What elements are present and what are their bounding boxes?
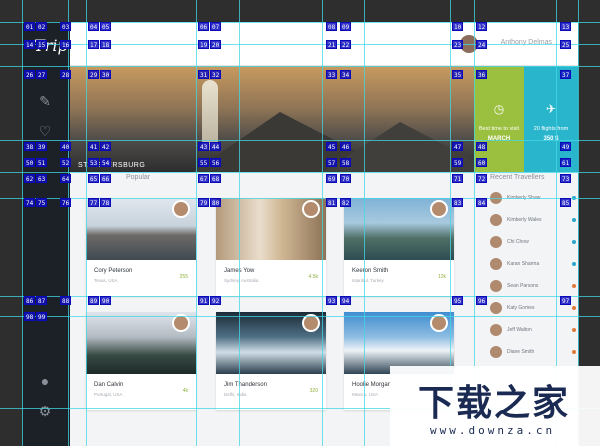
card-name: Keeron Smith	[352, 268, 389, 274]
avatar	[430, 314, 448, 332]
avatar[interactable]	[460, 35, 478, 53]
traveller-row[interactable]: Karan Sharma	[490, 256, 578, 274]
bell-icon[interactable]: ●	[36, 372, 54, 390]
status-dot	[572, 328, 576, 332]
destination-card[interactable]: Jim Thanderson Delhi, India 320	[216, 312, 326, 410]
best-time-value: MARCH	[487, 136, 511, 142]
user-name[interactable]: Anthony Delmas	[501, 39, 552, 46]
watermark-url: www.downza.cn	[430, 424, 556, 437]
watermark-logo: 下载之家	[418, 383, 571, 424]
avatar	[490, 258, 502, 270]
avatar	[490, 302, 502, 314]
traveller-row[interactable]: Sean Parsons	[490, 278, 578, 296]
best-time-label: Best time to visit	[478, 126, 520, 132]
hero-image: ST. PETERSBURG	[70, 66, 474, 172]
watermark: 下载之家 www.downza.cn	[390, 366, 600, 446]
hero-rock	[320, 122, 474, 172]
flights-value: 350 $	[543, 136, 559, 142]
status-dot	[572, 350, 576, 354]
traveller-row[interactable]: Jeff Walton	[490, 322, 578, 340]
traveller-row[interactable]: Kimberly Wales	[490, 212, 578, 230]
card-location: Sydney, Australia	[224, 278, 259, 283]
card-name: Hoolie Morgan	[352, 382, 392, 388]
feather-icon[interactable]: ✎	[36, 92, 54, 110]
recent-travellers-heading: Recent Travellers	[490, 174, 545, 181]
traveller-name: Katy Gomes	[507, 305, 535, 311]
traveller-name: Karan Sharma	[507, 261, 540, 267]
status-dot	[572, 196, 576, 200]
traveller-row[interactable]: Chi Chow	[490, 234, 578, 252]
card-location: Mexico, USA	[352, 392, 379, 397]
destination-card[interactable]: Dan Calvin Portugal, USA 4k	[86, 312, 196, 410]
best-time-panel: ◷ Best time to visit MARCH	[474, 66, 524, 172]
top-bar: Anthony Delmas	[70, 22, 578, 66]
settings-icon[interactable]: ⚙	[36, 402, 54, 420]
traveller-name: Diane Smith	[507, 349, 535, 355]
status-dot	[572, 284, 576, 288]
card-name: Cory Peterson	[94, 268, 133, 274]
card-name: James Yow	[224, 268, 255, 274]
avatar	[490, 236, 502, 248]
heart-icon[interactable]: ♡	[36, 122, 54, 140]
avatar	[302, 200, 320, 218]
status-dot	[572, 218, 576, 222]
card-likes[interactable]: 4.5k	[309, 274, 318, 280]
card-likes[interactable]: 255	[180, 274, 188, 280]
card-likes[interactable]: 4k	[183, 388, 188, 394]
avatar	[490, 280, 502, 292]
flights-panel: ✈ 20 flights from 350 $	[524, 66, 578, 172]
traveller-name: Kimberly Wales	[507, 217, 542, 223]
card-likes[interactable]: 12k	[438, 274, 446, 280]
avatar	[490, 346, 502, 358]
avatar	[172, 200, 190, 218]
destination-card[interactable]: Cory Peterson Texas, USA 255	[86, 198, 196, 296]
clock-icon: ◷	[493, 102, 505, 116]
avatar	[430, 200, 448, 218]
destination-card[interactable]: Keeron Smith Istanbul, Turkey 12k	[344, 198, 454, 296]
status-dot	[572, 306, 576, 310]
card-location: Texas, USA	[94, 278, 118, 283]
traveller-name: Sean Parsons	[507, 283, 539, 289]
status-dot	[572, 240, 576, 244]
avatar	[490, 324, 502, 336]
avatar	[490, 214, 502, 226]
avatar	[172, 314, 190, 332]
traveller-name: Chi Chow	[507, 239, 529, 245]
card-location: Istanbul, Turkey	[352, 278, 384, 283]
traveller-name: Jeff Walton	[507, 327, 532, 333]
avatar	[302, 314, 320, 332]
card-location: Portugal, USA	[94, 392, 123, 397]
design-canvas: ✎ ♡ ● ⚙ Anthony Delmas Trip ST. PETERSBU…	[0, 0, 600, 446]
traveller-row[interactable]: Katy Gomes	[490, 300, 578, 318]
traveller-row[interactable]: Diane Smith	[490, 344, 578, 362]
avatar	[490, 192, 502, 204]
hero-city-label: ST. PETERSBURG	[78, 162, 146, 169]
destination-card[interactable]: James Yow Sydney, Australia 4.5k	[216, 198, 326, 296]
traveller-name: Kimberly Shaw	[507, 195, 541, 201]
popular-heading: Popular	[126, 174, 151, 181]
brand-logo: Trip	[34, 36, 68, 55]
status-dot	[572, 262, 576, 266]
hero-statue	[202, 80, 218, 150]
card-name: Dan Calvin	[94, 382, 124, 388]
card-name: Jim Thanderson	[224, 382, 267, 388]
card-location: Delhi, India	[224, 392, 247, 397]
plane-icon: ✈	[545, 102, 557, 116]
flights-label: 20 flights from	[533, 126, 569, 132]
card-likes[interactable]: 320	[310, 388, 318, 394]
sidebar: ✎ ♡ ● ⚙	[22, 22, 70, 446]
recent-travellers-list: Kimberly Shaw Kimberly Wales Chi Chow Karan…	[490, 190, 578, 390]
traveller-row[interactable]: Kimberly Shaw	[490, 190, 578, 208]
